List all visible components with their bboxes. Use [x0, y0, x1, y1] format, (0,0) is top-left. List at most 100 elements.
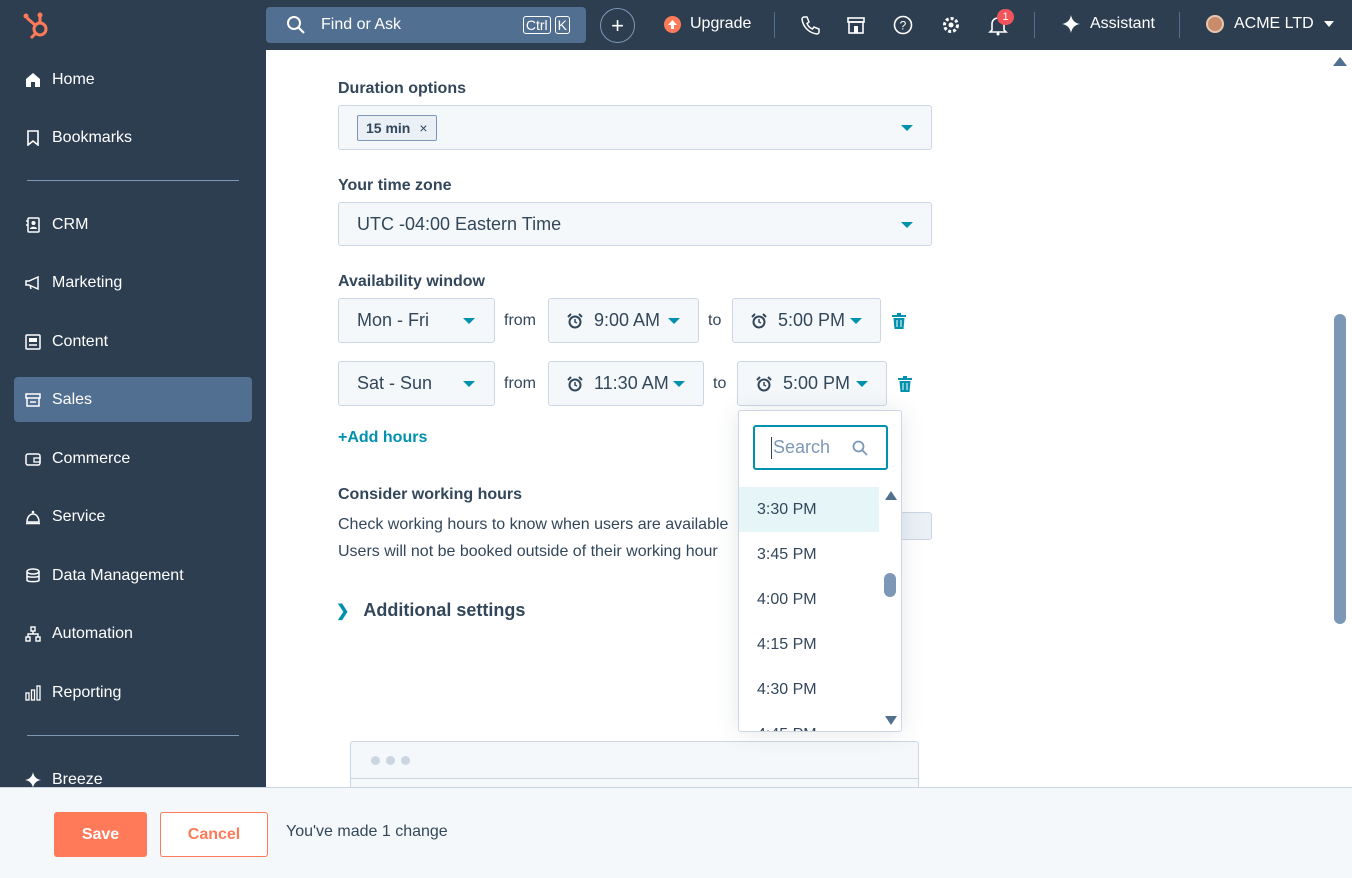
divider [774, 12, 775, 38]
from-time-value: 9:00 AM [594, 310, 661, 330]
time-option[interactable]: 4:15 PM [739, 622, 879, 667]
scroll-down-arrow-icon[interactable] [885, 716, 897, 725]
time-option[interactable]: 4:00 PM [739, 577, 879, 622]
save-bar: Save Cancel You've made 1 change [0, 787, 1352, 878]
sidebar-item-home[interactable]: Home [14, 57, 252, 102]
sparkle-icon [1062, 15, 1080, 33]
to-time-value: 5:00 PM [778, 310, 846, 330]
time-options-list: 3:30 PM 3:45 PM 4:00 PM 4:15 PM 4:30 PM … [739, 487, 879, 732]
workflow-icon [25, 625, 41, 642]
days-select-weekdays[interactable]: Mon - Fri [338, 298, 495, 343]
caret-down-icon [856, 381, 868, 387]
duration-options-label: Duration options [338, 80, 466, 97]
avatar [1206, 15, 1224, 33]
search-icon [287, 16, 305, 34]
divider [1179, 12, 1180, 38]
alarm-clock-icon [756, 375, 772, 391]
add-hours-link[interactable]: +Add hours [338, 429, 427, 447]
to-label: to [708, 312, 722, 329]
working-hours-toggle[interactable] [900, 512, 932, 540]
assistant-label: Assistant [1090, 15, 1155, 32]
marketplace-icon[interactable] [845, 14, 867, 36]
keyboard-shortcut-hint: Ctrl K [519, 16, 570, 34]
sparkle-icon [25, 771, 41, 788]
time-option[interactable]: 3:30 PM [739, 487, 879, 532]
cancel-button[interactable]: Cancel [160, 812, 268, 857]
working-hours-label: Consider working hours [338, 486, 523, 503]
global-search-box[interactable]: Find or Ask Ctrl K [266, 7, 586, 43]
days-value: Mon - Fri [357, 310, 429, 330]
from-time-select-weekdays[interactable]: 9:00 AM [548, 298, 699, 343]
alarm-clock-icon [567, 312, 583, 328]
sidebar-item-label: Reporting [52, 683, 122, 701]
caret-down-icon [463, 381, 475, 387]
availability-window-label: Availability window [338, 273, 485, 290]
phone-icon[interactable] [799, 14, 821, 36]
bookmark-icon [27, 129, 39, 146]
hubspot-logo-icon[interactable] [22, 10, 52, 40]
megaphone-icon [25, 275, 39, 290]
working-hours-description-line1: Check working hours to know when users a… [338, 516, 729, 533]
quick-create-button[interactable]: + [600, 8, 635, 43]
save-button[interactable]: Save [54, 812, 147, 857]
notification-count-badge: 1 [997, 9, 1014, 25]
sidebar-item-reporting[interactable]: Reporting [14, 670, 252, 715]
to-time-select-weekend[interactable]: 5:00 PM [737, 361, 887, 406]
content-icon [25, 333, 41, 350]
working-hours-description-line2: Users will not be booked outside of thei… [338, 543, 718, 560]
scroll-up-arrow-icon[interactable] [1333, 57, 1347, 66]
sidebar-item-sales[interactable]: Sales [14, 377, 252, 422]
dropdown-scrollbar[interactable] [881, 487, 901, 731]
duration-options-select[interactable]: 15 min × [338, 105, 932, 150]
main-content: Duration options 15 min × Your time zone… [266, 50, 1352, 787]
scroll-up-arrow-icon[interactable] [885, 491, 897, 500]
additional-settings-toggle[interactable]: ❯ Additional settings [336, 600, 525, 621]
booking-page-preview [350, 741, 919, 787]
svg-text:?: ? [900, 19, 907, 33]
dropdown-search-input[interactable]: Search [753, 425, 888, 470]
from-time-select-weekend[interactable]: 11:30 AM [548, 361, 704, 406]
sidebar-item-label: CRM [52, 215, 89, 233]
contacts-icon [26, 216, 40, 233]
to-time-select-weekdays[interactable]: 5:00 PM [732, 298, 881, 343]
sidebar-item-data-management[interactable]: Data Management [14, 553, 252, 598]
timezone-select[interactable]: UTC -04:00 Eastern Time [338, 202, 932, 246]
sidebar-item-content[interactable]: Content [14, 319, 252, 364]
divider [351, 778, 918, 779]
help-icon[interactable]: ? [892, 14, 914, 36]
main-scrollbar-thumb[interactable] [1334, 314, 1346, 624]
sidebar-item-automation[interactable]: Automation [14, 611, 252, 656]
sidebar-divider [27, 735, 239, 736]
bell-service-icon [26, 510, 40, 524]
time-option[interactable]: 3:45 PM [739, 532, 879, 577]
upgrade-button[interactable]: Upgrade [664, 15, 751, 33]
caret-down-icon [901, 222, 913, 228]
sidebar-item-bookmarks[interactable]: Bookmarks [14, 115, 252, 160]
caret-down-icon [463, 318, 475, 324]
home-icon [26, 72, 40, 87]
sidebar-item-label: Data Management [52, 566, 184, 584]
wallet-icon [25, 452, 41, 466]
sidebar-item-label: Automation [52, 624, 133, 642]
sidebar-item-service[interactable]: Service [14, 494, 252, 539]
kbd-k: K [554, 16, 570, 34]
time-option[interactable]: 4:45 PM [739, 712, 879, 732]
sidebar-item-label: Breeze [52, 770, 103, 788]
days-select-weekend[interactable]: Sat - Sun [338, 361, 495, 406]
sidebar-item-crm[interactable]: CRM [14, 202, 252, 247]
sidebar-item-marketing[interactable]: Marketing [14, 260, 252, 305]
sidebar-item-commerce[interactable]: Commerce [14, 436, 252, 481]
alarm-clock-icon [567, 375, 583, 391]
delete-trash-icon[interactable] [892, 313, 906, 329]
sidebar-item-label: Marketing [52, 273, 123, 291]
remove-chip-icon[interactable]: × [419, 120, 427, 136]
assistant-button[interactable]: Assistant [1062, 15, 1155, 33]
account-menu[interactable]: ACME LTD [1206, 15, 1334, 33]
settings-gear-icon[interactable] [940, 14, 962, 36]
delete-trash-icon[interactable] [898, 376, 912, 392]
dropdown-scrollbar-thumb[interactable] [884, 573, 896, 597]
database-icon [26, 567, 40, 582]
time-option[interactable]: 4:30 PM [739, 667, 879, 712]
caret-down-icon [668, 318, 680, 324]
sidebar-divider [27, 180, 239, 181]
